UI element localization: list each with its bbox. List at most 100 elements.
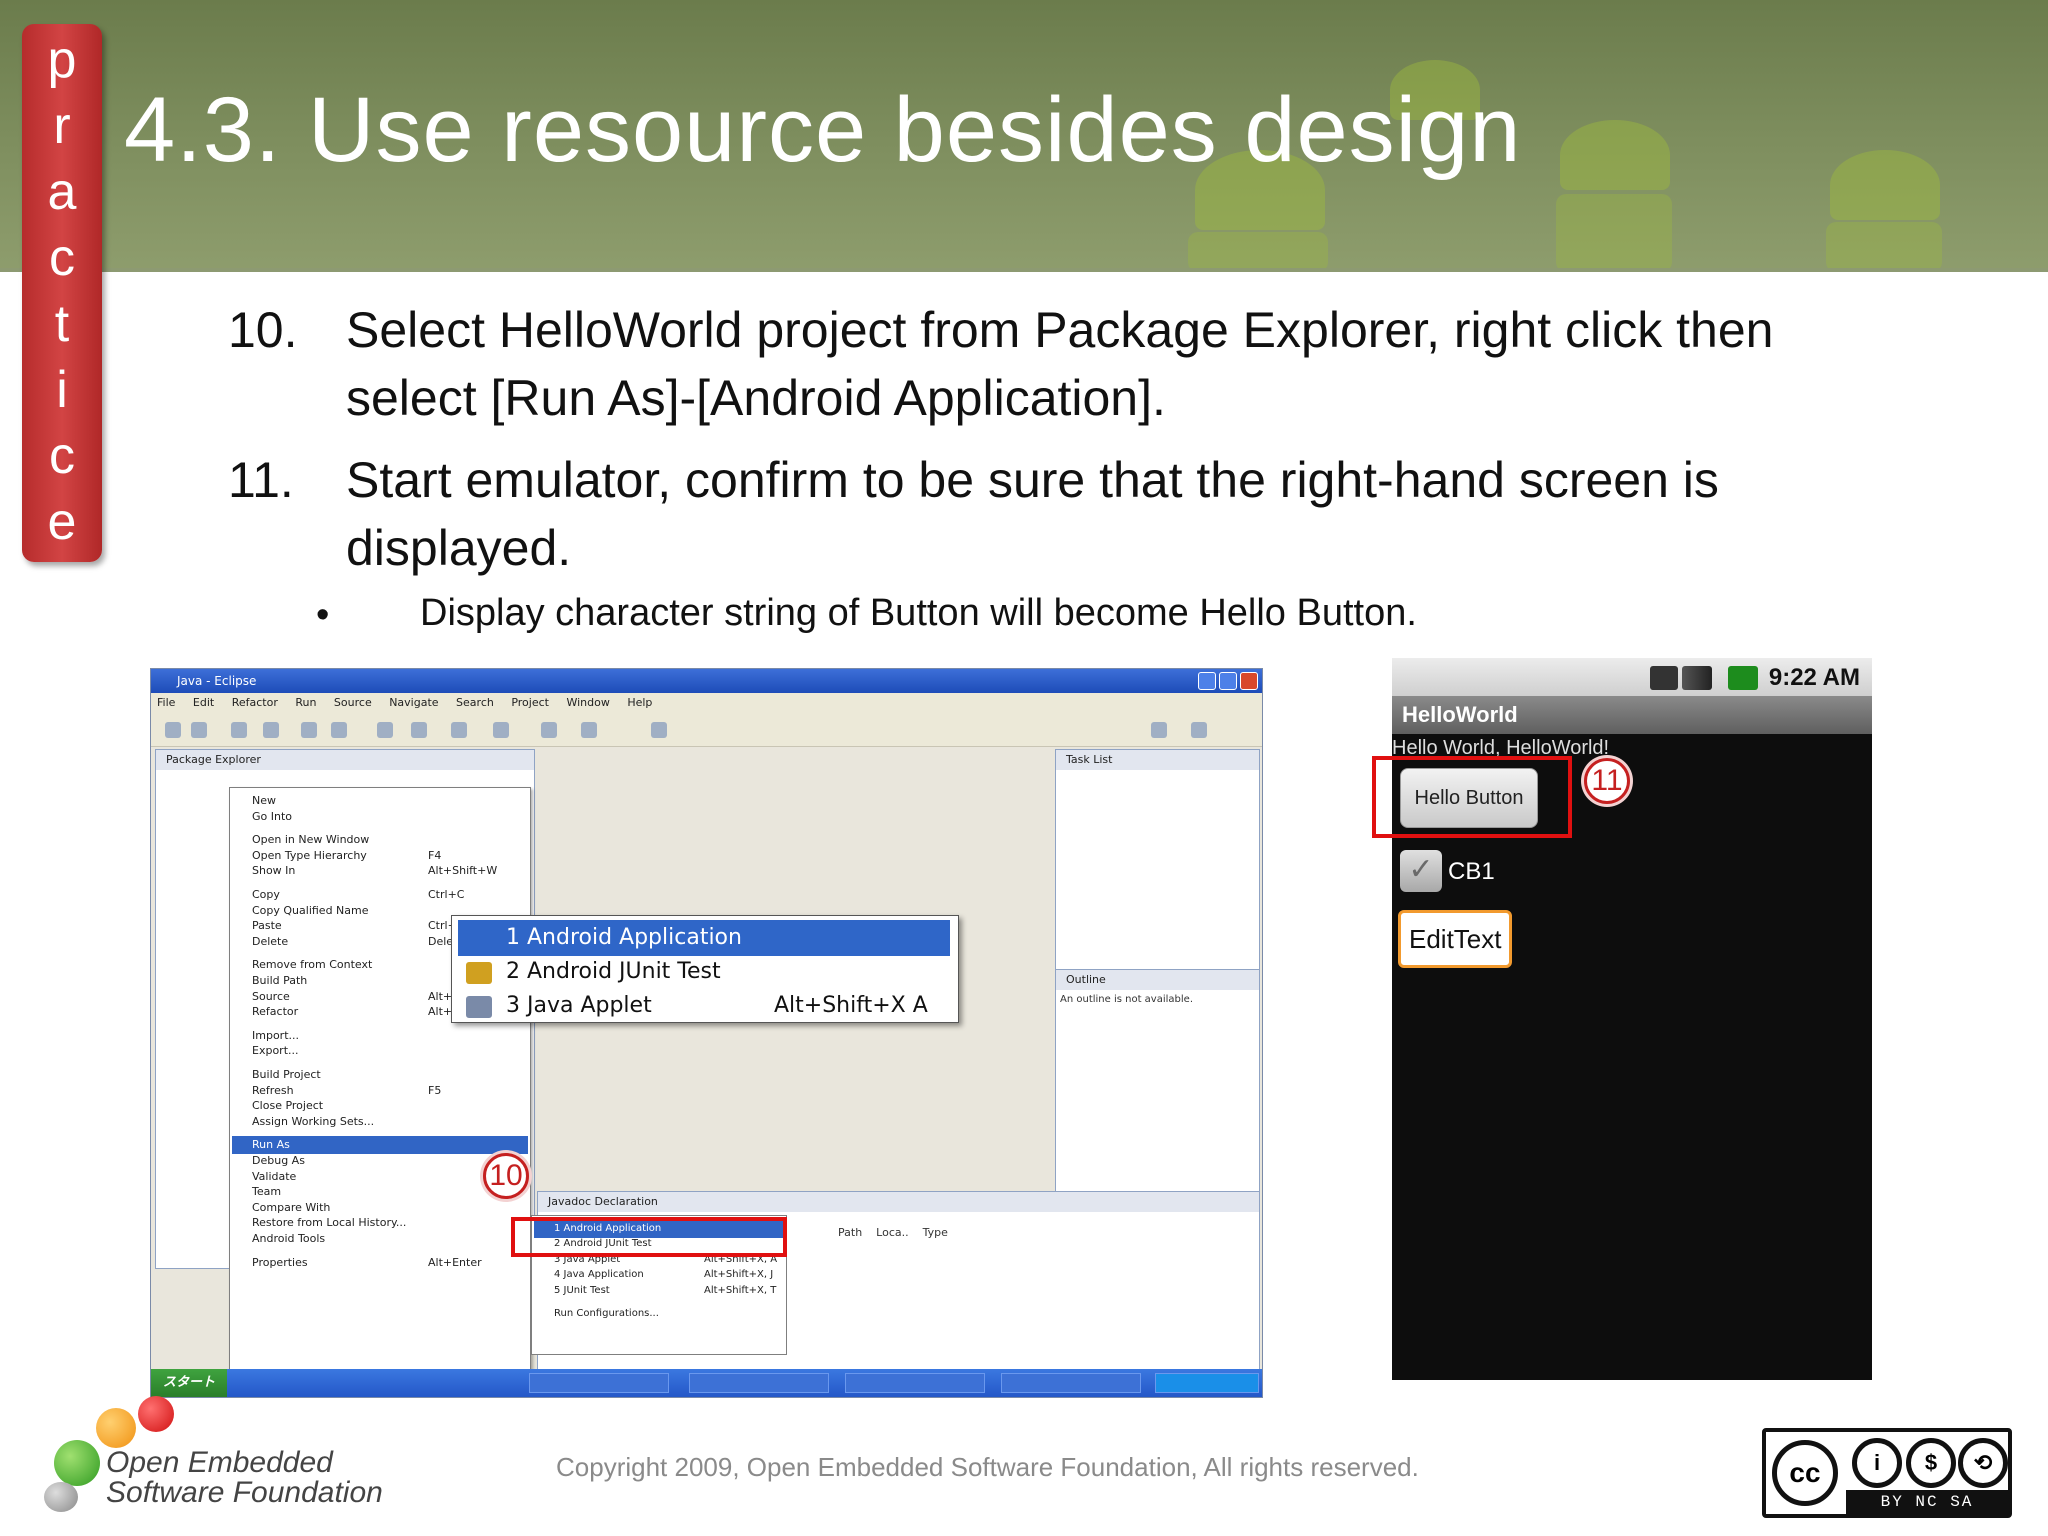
slide: 4.3. Use resource besides design practic… (0, 0, 2048, 1536)
toolbar-icon[interactable] (1151, 722, 1167, 738)
menu-item-shortcut: Alt+Enter (428, 1255, 482, 1269)
highlight-hello-button (1372, 756, 1572, 838)
tab-javadoc[interactable]: Javadoc Declaration (538, 1192, 1259, 1212)
menu-item-label: Assign Working Sets... (252, 1114, 375, 1128)
toolbar-icon[interactable] (263, 722, 279, 738)
toolbar-icon[interactable] (377, 722, 393, 738)
menu-item-label: Delete (252, 934, 289, 948)
menu-item-label: Export... (252, 1044, 299, 1058)
menu-item-label: Show In (252, 864, 296, 878)
eclipse-screenshot: Java - Eclipse File Edit Refactor Run So… (150, 668, 1263, 1398)
context-menu-item[interactable]: Properties Alt+Enter (252, 1254, 522, 1272)
step-number: 10. (228, 302, 298, 358)
menu-item-label: Open Type Hierarchy (252, 848, 367, 862)
android-logo-decoration (1556, 194, 1672, 272)
context-menu-item[interactable]: Assign Working Sets... (252, 1113, 522, 1131)
junit-icon (466, 962, 492, 984)
outline-pane: Outline An outline is not available. (1055, 969, 1260, 1209)
side-tab-letter: c (49, 229, 75, 287)
toolbar-icon[interactable] (331, 722, 347, 738)
zoom-menu-item[interactable]: 2 Android JUnit Test (458, 954, 950, 990)
maximize-icon[interactable] (1219, 672, 1237, 690)
toolbar-icon[interactable] (411, 722, 427, 738)
eclipse-toolbar (151, 713, 1262, 747)
start-button[interactable]: スタート (151, 1369, 227, 1397)
menu-item-shortcut: Alt+Shift+X, T (704, 1284, 777, 1296)
side-tab-letter: p (47, 31, 77, 89)
edittext-field[interactable]: EditText (1398, 910, 1512, 968)
logo-ball-red (138, 1396, 174, 1432)
menu-item-label: Go Into (252, 809, 293, 823)
logo-ball-grey (44, 1482, 78, 1512)
toolbar-icon[interactable] (581, 722, 597, 738)
copyright-notice: Copyright 2009, Open Embedded Software F… (556, 1452, 1419, 1482)
battery-icon (1728, 666, 1758, 690)
menu-item-label: Close Project (252, 1099, 324, 1113)
toolbar-icon[interactable] (165, 722, 181, 738)
taskbar-item[interactable] (529, 1373, 669, 1393)
toolbar-icon[interactable] (301, 722, 317, 738)
toolbar-icon[interactable] (231, 722, 247, 738)
context-menu-item[interactable]: Export... (252, 1042, 522, 1060)
toolbar-icon[interactable] (651, 722, 667, 738)
cc-icon: cc (1772, 1440, 1838, 1506)
eclipse-menubar[interactable]: File Edit Refactor Run Source Navigate S… (151, 693, 1262, 713)
menu-item-label: Validate (252, 1169, 297, 1183)
toolbar-icon[interactable] (191, 722, 207, 738)
step-10-badge: 10 (483, 1153, 529, 1199)
cb1-checkbox[interactable]: ✓ (1400, 850, 1442, 892)
eclipse-window-buttons (1198, 672, 1258, 690)
menu-item-shortcut: Alt+Shift+X A (774, 993, 928, 1018)
menu-item-label: Paste (252, 919, 282, 933)
minimize-icon[interactable] (1198, 672, 1216, 690)
toolbar-icon[interactable] (493, 722, 509, 738)
menu-item-label: Debug As (252, 1154, 305, 1167)
side-tab-letter: e (47, 493, 77, 551)
menu-item-label: Copy Qualified Name (252, 903, 369, 917)
menu-item-label: 2 Android JUnit Test (506, 959, 721, 984)
android-status-bar: 9:22 AM (1392, 658, 1872, 696)
menu-item-label: Run Configurations... (554, 1308, 659, 1319)
context-menu-item[interactable]: Show In Alt+Shift+W (252, 862, 522, 880)
tab-package-explorer[interactable]: Package Explorer (156, 750, 534, 770)
menu-item-label: Android Tools (252, 1232, 326, 1245)
logo-ball-green (54, 1440, 100, 1486)
step-10: 10. Select HelloWorld project from Packa… (228, 296, 1773, 426)
tab-outline[interactable]: Outline (1056, 970, 1259, 990)
tab-task-list[interactable]: Task List (1056, 750, 1259, 770)
taskbar-item[interactable] (689, 1373, 829, 1393)
step-text: Start emulator, confirm to be sure that … (346, 452, 1719, 576)
side-tab-letter: t (54, 295, 70, 353)
signal-icon (1682, 666, 1712, 690)
submenu-item[interactable]: Run Configurations... (554, 1305, 784, 1323)
android-logo-decoration (1830, 150, 1940, 220)
bullet-symbol: • (316, 594, 330, 636)
zoom-menu-item[interactable]: 3 Java Applet Alt+Shift+X A (458, 988, 950, 1024)
toolbar-icon[interactable] (451, 722, 467, 738)
submenu-item[interactable]: 5 JUnit Test Alt+Shift+X, T (554, 1282, 784, 1300)
context-menu-item[interactable]: Go Into (252, 808, 522, 826)
taskbar-item[interactable] (1001, 1373, 1141, 1393)
3g-icon (1650, 666, 1678, 690)
close-icon[interactable] (1240, 672, 1258, 690)
menu-item-label: Restore from Local History... (252, 1216, 407, 1230)
menu-item-label: New (252, 794, 276, 807)
toolbar-icon[interactable] (541, 722, 557, 738)
oesf-logo: Open Embedded Software Foundation (40, 1396, 400, 1516)
context-menu-item[interactable]: Android Tools (252, 1230, 522, 1248)
logo-text-line2: Software Foundation (106, 1476, 383, 1509)
bottom-table-columns: Path Loca.. Type (838, 1226, 948, 1239)
header-band: 4.3. Use resource besides design (0, 0, 2048, 272)
taskbar-item[interactable] (845, 1373, 985, 1393)
slide-title: 4.3. Use resource besides design (124, 79, 1522, 181)
menu-item-label: Refactor (252, 1005, 299, 1019)
menu-item-label: Source (252, 989, 290, 1003)
menu-item-label: Import... (252, 1028, 299, 1042)
highlight-android-application (511, 1217, 787, 1257)
cb1-label: CB1 (1448, 858, 1495, 885)
eclipse-title-bar: Java - Eclipse (151, 669, 1262, 693)
toolbar-icon[interactable] (1191, 722, 1207, 738)
step-11: 11. Start emulator, confirm to be sure t… (228, 446, 1719, 576)
zoom-menu-item[interactable]: 1 Android Application (458, 920, 950, 956)
menu-item-label: Team (252, 1185, 282, 1199)
